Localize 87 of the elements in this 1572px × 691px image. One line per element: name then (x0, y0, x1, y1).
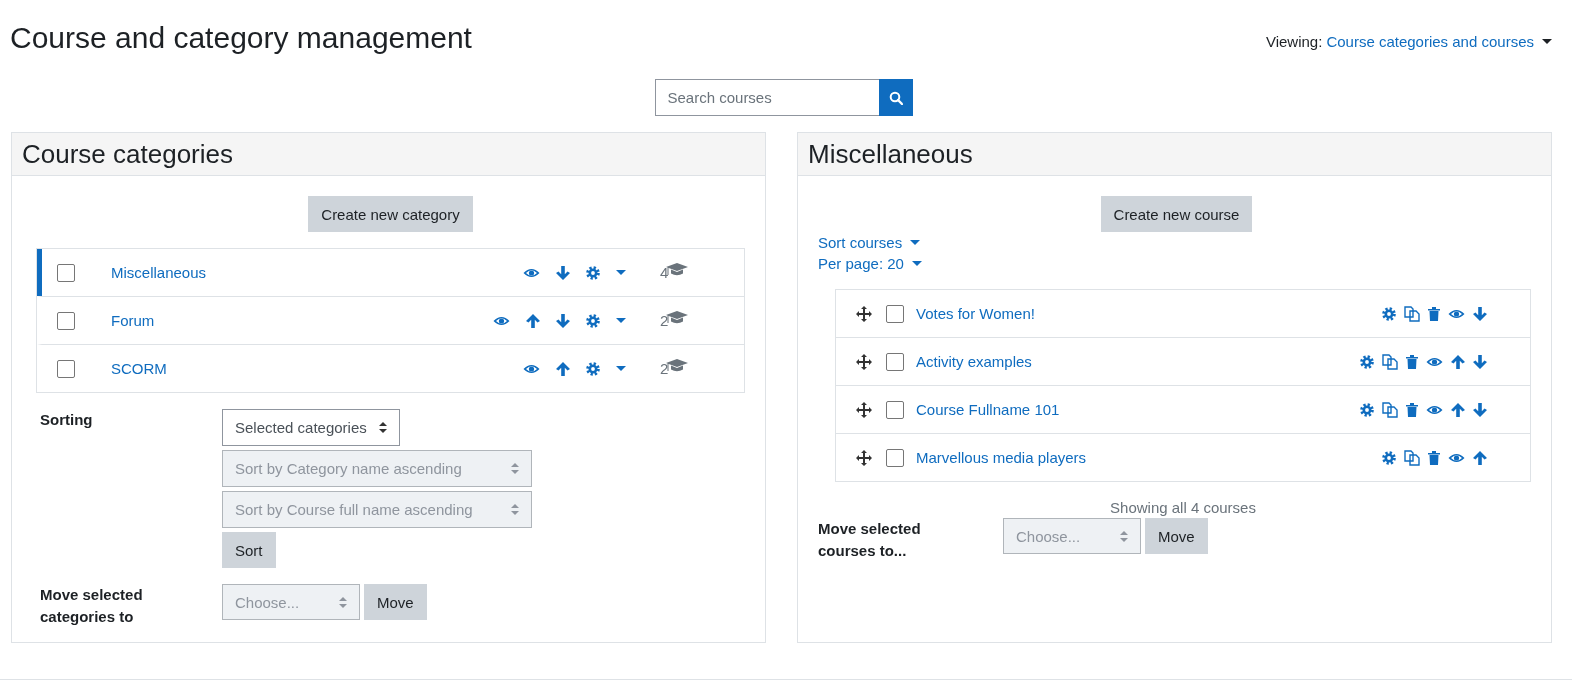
move-button[interactable]: Move (1145, 518, 1208, 554)
sort-arrows-icon (511, 463, 519, 474)
eye-icon[interactable] (523, 362, 540, 375)
settings-icon[interactable] (586, 265, 600, 280)
page-title: Course and category management (10, 21, 472, 55)
arrow-down-icon[interactable] (1473, 306, 1487, 321)
copy-icon[interactable] (1404, 305, 1420, 322)
sort-arrows-icon (339, 596, 347, 608)
move-courses-label: Move selected courses to... (818, 519, 922, 561)
move-handle-icon[interactable] (856, 449, 872, 466)
arrow-up-icon[interactable] (1451, 354, 1465, 369)
checkbox[interactable] (57, 263, 75, 282)
sort-select[interactable]: Selected categories (222, 409, 400, 446)
course-count: 2 (660, 360, 669, 377)
eye-icon[interactable] (1426, 403, 1443, 416)
eye-icon[interactable] (1448, 307, 1465, 320)
create-category-button[interactable]: Create new category (308, 196, 473, 232)
move-handle-icon[interactable] (856, 401, 872, 418)
trash-icon[interactable] (1406, 354, 1418, 369)
trash-icon[interactable] (1428, 306, 1440, 321)
panel-heading: Course categories (12, 133, 765, 176)
graduation-cap-icon (666, 358, 689, 373)
graduation-cap-icon (666, 262, 689, 277)
arrow-down-icon[interactable] (556, 313, 570, 328)
trash-icon[interactable] (1428, 450, 1440, 465)
checkbox[interactable] (886, 352, 904, 371)
category-link[interactable]: SCORM (111, 360, 507, 377)
course-link[interactable]: Course Fullname 101 (916, 401, 1352, 418)
category-row[interactable]: Miscellaneous 4 (37, 249, 744, 296)
category-row[interactable]: SCORM 2 (37, 344, 744, 392)
course-link[interactable]: Marvellous media players (916, 449, 1374, 466)
caret-down-icon[interactable] (616, 270, 626, 275)
arrow-down-icon[interactable] (1473, 402, 1487, 417)
course-count: 2 (660, 312, 669, 329)
view-mode-dropdown[interactable]: Course categories and courses (1326, 32, 1552, 50)
settings-icon[interactable] (586, 313, 600, 328)
sorting-label: Sorting (40, 410, 94, 430)
trash-icon[interactable] (1406, 402, 1418, 417)
move-handle-icon[interactable] (856, 353, 872, 370)
settings-icon[interactable] (1382, 450, 1396, 465)
search-button[interactable] (878, 79, 913, 116)
settings-icon[interactable] (1360, 402, 1374, 417)
settings-icon[interactable] (1360, 354, 1374, 369)
move-button[interactable]: Move (364, 584, 427, 620)
search-field[interactable]: Search courses (654, 79, 879, 116)
settings-icon[interactable] (586, 361, 600, 376)
eye-icon[interactable] (493, 314, 510, 327)
checkbox[interactable] (886, 448, 904, 467)
panel-heading: Miscellaneous (798, 133, 1551, 176)
copy-icon[interactable] (1382, 353, 1398, 370)
create-course-button[interactable]: Create new course (1100, 196, 1253, 232)
course-link[interactable]: Votes for Women! (916, 305, 1374, 322)
sort-arrows-icon (378, 422, 387, 433)
copy-icon[interactable] (1382, 401, 1398, 418)
viewing-label: Viewing: (1265, 32, 1323, 50)
copy-icon[interactable] (1404, 449, 1420, 466)
courses-summary: Showing all 4 courses (1109, 499, 1257, 516)
sort-arrows-icon (1120, 530, 1128, 542)
category-link[interactable]: Forum (111, 312, 477, 329)
checkbox[interactable] (886, 304, 904, 323)
category-link[interactable]: Miscellaneous (111, 264, 507, 281)
category-row[interactable]: Forum 2 (37, 296, 744, 344)
checkbox[interactable] (57, 311, 75, 330)
move-categories-label: Move selected categories to (40, 585, 144, 627)
arrow-up-icon[interactable] (1451, 402, 1465, 417)
sort-courses-dropdown[interactable]: Sort courses (818, 234, 921, 251)
sort-button[interactable]: Sort (222, 532, 276, 568)
course-link[interactable]: Activity examples (916, 353, 1352, 370)
arrow-up-icon[interactable] (526, 313, 540, 328)
settings-icon[interactable] (1382, 306, 1396, 321)
eye-icon[interactable] (523, 266, 540, 279)
eye-icon[interactable] (1426, 355, 1443, 368)
move-handle-icon[interactable] (856, 305, 872, 322)
caret-down-icon[interactable] (616, 318, 626, 323)
arrow-up-icon[interactable] (556, 361, 570, 376)
checkbox[interactable] (57, 359, 75, 378)
eye-icon[interactable] (1448, 451, 1465, 464)
caret-down-icon[interactable] (616, 366, 626, 371)
graduation-cap-icon (666, 310, 689, 325)
search-icon (888, 90, 903, 105)
arrow-down-icon[interactable] (556, 265, 570, 280)
per-page-dropdown[interactable]: Per page: 20 (818, 255, 922, 272)
sort-arrows-icon (511, 504, 519, 515)
course-count: 4 (660, 264, 669, 281)
arrow-up-icon[interactable] (1473, 450, 1487, 465)
arrow-down-icon[interactable] (1473, 354, 1487, 369)
checkbox[interactable] (886, 400, 904, 419)
